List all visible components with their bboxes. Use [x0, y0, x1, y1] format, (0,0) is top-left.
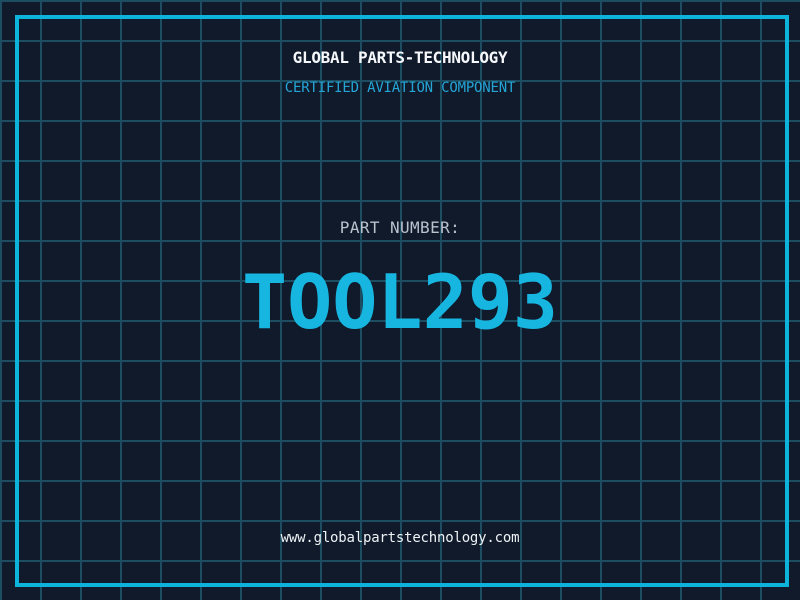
part-label-page: GLOBAL PARTS-TECHNOLOGY CERTIFIED AVIATI… [0, 0, 800, 600]
company-title: GLOBAL PARTS-TECHNOLOGY [292, 48, 508, 67]
part-number-value: TOOL293 [241, 258, 559, 346]
certification-subtitle: CERTIFIED AVIATION COMPONENT [284, 80, 516, 96]
website-url: www.globalpartstechnology.com [280, 530, 520, 546]
part-number-label: PART NUMBER: [339, 218, 461, 237]
